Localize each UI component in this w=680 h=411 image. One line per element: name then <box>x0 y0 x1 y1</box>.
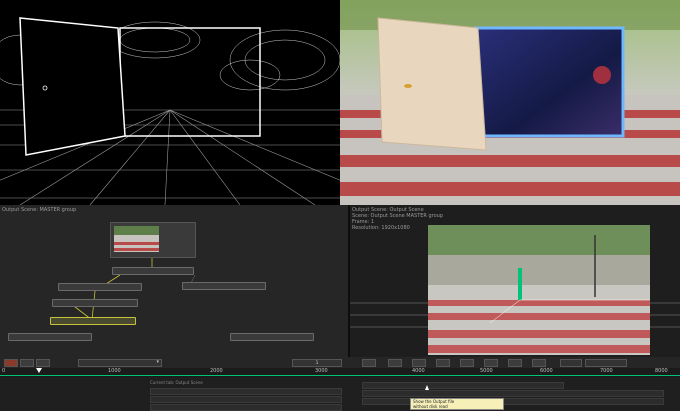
node-graph-panel[interactable]: Output Scene: MASTER group <box>0 205 348 357</box>
ruler-label: 8000 <box>655 368 668 374</box>
inspector-header: Current tab: Output Scene <box>150 380 203 385</box>
fps-field[interactable] <box>560 359 582 367</box>
ruler-label: 0 <box>2 368 6 374</box>
node-4[interactable] <box>52 299 138 307</box>
wireframe-viewport[interactable] <box>0 0 340 205</box>
layer-select[interactable]: ▾ <box>78 359 162 367</box>
inspector-row-6[interactable] <box>362 398 664 405</box>
stop-button[interactable] <box>460 359 474 367</box>
inspector-row-1[interactable] <box>150 388 342 395</box>
node-3[interactable] <box>182 282 266 290</box>
record-button[interactable] <box>4 359 18 367</box>
node-1[interactable] <box>112 267 194 275</box>
mouse-cursor-icon <box>425 385 429 390</box>
first-frame-button[interactable] <box>362 359 376 367</box>
play-back-button[interactable] <box>436 359 450 367</box>
frame-field[interactable]: 1 <box>292 359 342 367</box>
cache-button[interactable] <box>36 359 50 367</box>
next-frame-button[interactable] <box>508 359 522 367</box>
ruler-label: 2000 <box>210 368 223 374</box>
last-frame-button[interactable] <box>532 359 546 367</box>
loop-button[interactable] <box>20 359 34 367</box>
prev-key-button[interactable] <box>388 359 402 367</box>
chevron-down-icon: ▾ <box>156 359 159 365</box>
timeline-bar[interactable]: ▾ 1 <box>0 357 680 377</box>
ruler-label: 6000 <box>540 368 553 374</box>
playback-range-field[interactable] <box>585 359 627 367</box>
inspector-row-3[interactable] <box>150 404 342 411</box>
ruler-label: 1000 <box>108 368 121 374</box>
ruler-label: 7000 <box>600 368 613 374</box>
output-viewer-panel[interactable]: Output Scene: Output Scene Scene: Output… <box>350 205 680 357</box>
image-node-thumbnail <box>114 226 159 252</box>
tooltip-line-2: without disk read <box>413 404 448 409</box>
node-6[interactable] <box>230 333 314 341</box>
ruler-label: 4000 <box>412 368 425 374</box>
node-2[interactable] <box>58 283 142 291</box>
inspector-row-2[interactable] <box>150 396 342 403</box>
timeline-ruler-labels: 0 1000 2000 3000 4000 5000 6000 7000 800… <box>0 368 680 374</box>
prev-frame-button[interactable] <box>412 359 426 367</box>
inspector-row-4[interactable] <box>362 382 564 389</box>
play-button[interactable] <box>484 359 498 367</box>
composite-photo-viewport[interactable] <box>340 0 680 205</box>
composite-photo <box>340 0 680 205</box>
timeline-range-bar <box>0 375 680 376</box>
viewer-image <box>350 225 680 355</box>
inspector-panel[interactable]: Current tab: Output Scene <box>0 377 680 411</box>
selected-node[interactable] <box>50 317 136 325</box>
ruler-label: 5000 <box>480 368 493 374</box>
wireframe-scene <box>0 17 340 205</box>
inspector-row-5[interactable] <box>362 390 664 397</box>
node-5[interactable] <box>8 333 92 341</box>
image-node[interactable] <box>110 222 196 258</box>
ruler-label: 3000 <box>315 368 328 374</box>
tooltip: Show the Output file without disk read <box>410 398 504 410</box>
